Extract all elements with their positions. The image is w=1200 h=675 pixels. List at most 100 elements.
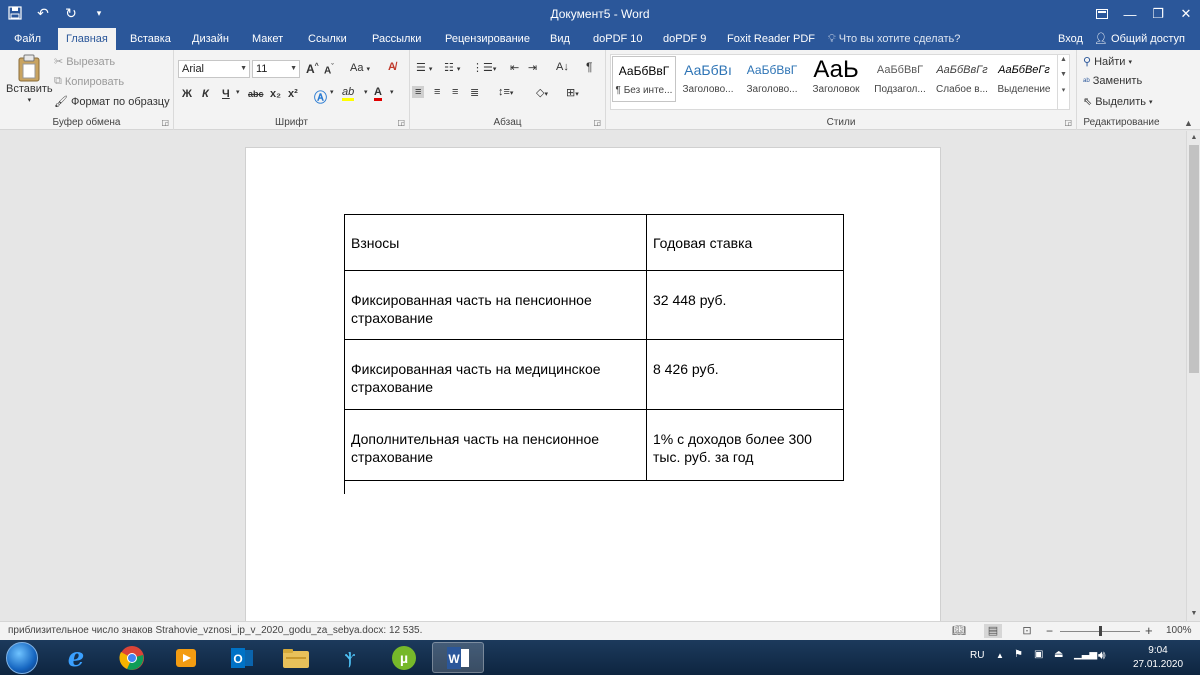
font-color-button[interactable]: A — [374, 86, 382, 101]
paste-button[interactable]: Вставить ▾ — [6, 54, 53, 104]
tab-design[interactable]: Дизайн — [184, 28, 237, 50]
tab-layout[interactable]: Макет — [244, 28, 291, 50]
usb-icon[interactable]: ⏏ — [1054, 649, 1063, 660]
superscript-button[interactable]: x² — [288, 88, 298, 100]
dialog-launcher-icon[interactable]: ◲ — [161, 118, 169, 127]
chevron-up-icon[interactable]: ▲ — [1187, 131, 1200, 145]
clock[interactable]: 9:04 27.01.2020 — [1120, 644, 1196, 672]
style-title[interactable]: АаЬ Заголовок — [804, 56, 868, 102]
share-button[interactable]: 👤︎ Общий доступ — [1094, 28, 1185, 50]
tab-references[interactable]: Ссылки — [300, 28, 355, 50]
word-taskbar-icon[interactable]: W — [432, 642, 484, 673]
highlight-button[interactable]: ab — [342, 86, 355, 101]
close-icon[interactable]: ✕ — [1172, 0, 1200, 28]
table-cell[interactable]: Фиксированная часть на пенсионное страхо… — [344, 270, 647, 340]
style-heading-2[interactable]: АаБбВвГ Заголово... — [740, 56, 804, 102]
font-name-combo[interactable]: Arial ▼ — [178, 60, 250, 78]
chevron-down-icon[interactable]: ▼ — [1187, 607, 1200, 621]
network-icon[interactable]: ▣ — [1034, 649, 1043, 660]
replace-button[interactable]: ᵃᵇ Заменить — [1083, 75, 1142, 87]
tab-dopdf9[interactable]: doPDF 9 — [655, 28, 714, 50]
borders-icon[interactable]: ⊞▾ — [566, 86, 579, 99]
table-cell[interactable]: Дополнительная часть на пенсионное страх… — [344, 409, 647, 481]
grow-font-button[interactable]: A^ — [306, 62, 319, 76]
show-hidden-icons-icon[interactable]: ▲ — [996, 651, 1004, 660]
tab-mailings[interactable]: Рассылки — [364, 28, 429, 50]
tab-insert[interactable]: Вставка — [122, 28, 179, 50]
dialog-launcher-icon[interactable]: ◲ — [397, 118, 405, 127]
style-heading-1[interactable]: АаБбВı Заголово... — [676, 56, 740, 102]
word-count-status[interactable]: приблизительное число знаков Strahovie_v… — [8, 625, 422, 636]
numbering-icon[interactable]: ☷ ▾ — [444, 61, 460, 74]
bold-button[interactable]: Ж — [182, 88, 192, 100]
tab-review[interactable]: Рецензирование — [437, 28, 538, 50]
tab-foxit[interactable]: Foxit Reader PDF — [719, 28, 823, 50]
justify-icon[interactable]: ≣ — [470, 86, 479, 99]
read-mode-icon[interactable]: 📖︎ — [950, 624, 968, 638]
find-button[interactable]: ⚲ Найти ▾ — [1083, 55, 1132, 69]
copy-button[interactable]: ⧉ Копировать — [54, 75, 124, 88]
zoom-slider-thumb[interactable] — [1099, 626, 1102, 636]
dialog-launcher-icon[interactable]: ◲ — [593, 118, 601, 127]
text-effects-icon[interactable]: Ⓐ — [314, 87, 327, 106]
table-cell[interactable]: 8 426 руб. — [646, 339, 844, 410]
print-layout-icon[interactable]: ▤ — [984, 624, 1002, 638]
style-no-spacing[interactable]: АаБбВвГ ¶ Без инте... — [612, 56, 676, 102]
table-cell[interactable]: Фиксированная часть на медицинское страх… — [344, 339, 647, 410]
cut-button[interactable]: ✂ Вырезать — [54, 55, 115, 69]
style-emphasis[interactable]: АаБбВеГг Выделение — [992, 56, 1056, 102]
table-cell[interactable]: Годовая ставка — [646, 214, 844, 271]
web-layout-icon[interactable]: ⊡ — [1018, 624, 1036, 638]
pilcrow-icon[interactable]: ¶ — [586, 60, 592, 74]
zoom-level[interactable]: 100% — [1166, 625, 1192, 636]
table-cell[interactable]: 1% с доходов более 300 тыс. руб. за год — [646, 409, 844, 481]
ribbon-display-options-icon[interactable] — [1088, 0, 1116, 28]
utorrent-icon[interactable]: µ — [378, 642, 430, 673]
bullets-icon[interactable]: ☰ ▾ — [416, 61, 432, 74]
tell-me-box[interactable]: 💡︎ Что вы хотите сделать? — [828, 28, 960, 50]
chrome-icon[interactable] — [106, 642, 158, 673]
increase-indent-icon[interactable]: ⇥ — [528, 61, 537, 74]
vertical-scrollbar[interactable]: ▲ ▼ — [1186, 131, 1200, 621]
shading-icon[interactable]: ◇▾ — [536, 86, 548, 99]
minimize-icon[interactable]: — — [1116, 0, 1144, 28]
tab-view[interactable]: Вид — [542, 28, 578, 50]
chevron-down-icon[interactable]: ▾ — [390, 88, 394, 96]
strikethrough-button[interactable]: abc — [248, 89, 264, 99]
scrollbar-thumb[interactable] — [1189, 145, 1199, 373]
internet-explorer-icon[interactable]: e — [50, 642, 102, 673]
zoom-out-icon[interactable]: − — [1046, 624, 1053, 638]
decrease-indent-icon[interactable]: ⇤ — [510, 61, 519, 74]
document-page[interactable]: Взносы Годовая ставка Фиксированная част… — [245, 147, 941, 621]
underline-button[interactable]: Ч — [222, 88, 230, 100]
outlook-icon[interactable]: O — [216, 642, 268, 673]
media-player-icon[interactable] — [160, 642, 212, 673]
language-indicator[interactable]: RU — [970, 650, 984, 661]
font-size-combo[interactable]: 11 ▼ — [252, 60, 300, 78]
multilevel-list-icon[interactable]: ⋮☰▾ — [472, 61, 496, 74]
shrink-font-button[interactable]: Aˇ — [324, 64, 334, 76]
zoom-in-icon[interactable]: + — [1145, 623, 1153, 638]
start-button[interactable] — [6, 642, 38, 674]
format-painter-button[interactable]: 🖌︎ Формат по образцу — [54, 95, 170, 109]
tab-dopdf10[interactable]: doPDF 10 — [585, 28, 651, 50]
more-styles-icon[interactable]: ▾ — [1058, 86, 1069, 94]
chevron-down-icon[interactable]: ▾ — [330, 88, 334, 96]
change-case-button[interactable]: Aa ▾ — [350, 62, 370, 74]
align-left-icon[interactable]: ≡ — [412, 86, 425, 98]
flag-icon[interactable]: ⚑ — [1014, 649, 1023, 660]
tab-file[interactable]: Файл — [6, 28, 49, 50]
signal-icon[interactable]: ▁▃▅ — [1074, 649, 1097, 660]
restore-icon[interactable]: ❐ — [1144, 0, 1172, 28]
table-cell[interactable]: 32 448 руб. — [646, 270, 844, 340]
collapse-ribbon-icon[interactable]: ▲ — [1184, 118, 1193, 128]
sign-in-link[interactable]: Вход — [1058, 28, 1083, 50]
tab-home[interactable]: Главная — [58, 28, 116, 50]
subscript-button[interactable]: x₂ — [270, 88, 281, 100]
clear-formatting-icon[interactable]: A̸ — [388, 61, 396, 73]
select-button[interactable]: ⇖ Выделить ▾ — [1083, 95, 1152, 109]
sort-icon[interactable]: A↓ — [556, 61, 569, 73]
line-spacing-icon[interactable]: ↕≡▾ — [498, 86, 513, 98]
style-subtitle[interactable]: АаБбВвГ Подзагол... — [868, 56, 932, 102]
volume-icon[interactable]: 🔊︎ — [1098, 648, 1106, 663]
